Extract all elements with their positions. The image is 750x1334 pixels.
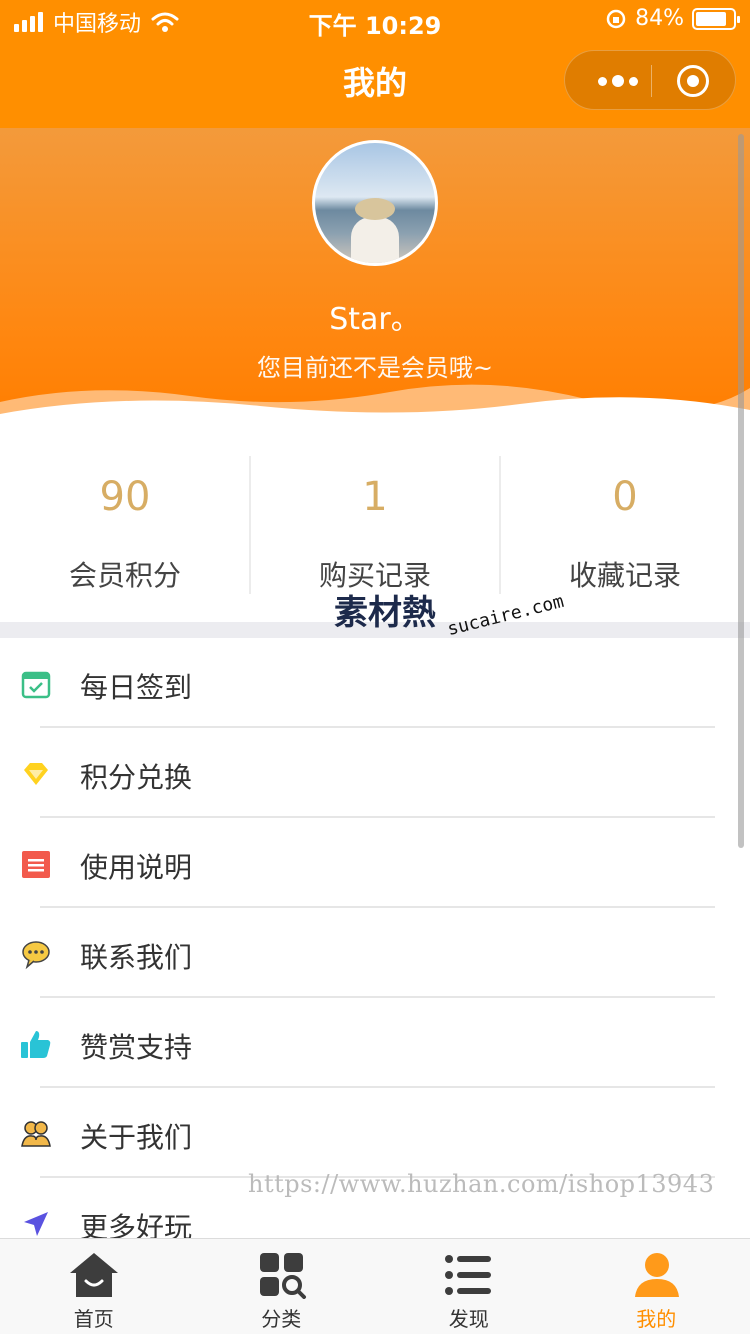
menu-item-support[interactable]: 赞赏支持 (0, 998, 750, 1088)
home-icon (70, 1253, 118, 1297)
profile-header: Star。 您目前还不是会员哦~ (0, 128, 750, 422)
tab-label: 分类 (261, 1307, 302, 1331)
stat-value: 90 (99, 474, 151, 520)
list-icon (445, 1255, 491, 1295)
capsule-divider (651, 65, 652, 97)
orientation-lock-icon (606, 9, 626, 28)
battery-percent: 84% (635, 6, 684, 31)
user-icon (634, 1253, 679, 1297)
stat-label: 会员积分 (68, 559, 181, 592)
header-wave (0, 384, 750, 422)
stat-favorites[interactable]: 0 收藏记录 (500, 456, 750, 594)
battery-icon (692, 7, 740, 30)
category-search-icon (259, 1253, 306, 1299)
send-arrow-icon (24, 1212, 48, 1236)
stat-value: 1 (362, 474, 388, 520)
stat-points[interactable]: 90 会员积分 (0, 456, 250, 594)
status-bar: 中国移动 下午 10:29 84% (0, 0, 750, 40)
tab-home[interactable]: 首页 (0, 1239, 188, 1334)
calendar-check-icon (21, 671, 51, 699)
diamond-icon (24, 763, 48, 785)
watermark-domain: sucaire.com (445, 590, 566, 641)
stat-value: 0 (612, 474, 638, 520)
close-target-icon[interactable] (677, 65, 709, 97)
menu-item-label: 关于我们 (80, 1121, 193, 1154)
menu-item-checkin[interactable]: 每日签到 (0, 638, 750, 728)
menu-item-instructions[interactable]: 使用说明 (0, 818, 750, 908)
menu-item-label: 联系我们 (80, 941, 193, 974)
users-icon (21, 1121, 51, 1147)
miniprogram-capsule (564, 50, 736, 110)
watermark-logo-text: 素材熱 (334, 593, 436, 633)
tab-category[interactable]: 分类 (188, 1239, 376, 1334)
thumbs-up-icon (21, 1031, 51, 1058)
menu-item-label: 每日签到 (80, 671, 193, 704)
stat-purchases[interactable]: 1 购买记录 (250, 456, 500, 594)
watermark-url: https://www.huzhan.com/ishop13943 (248, 1170, 715, 1198)
document-list-icon (22, 851, 50, 878)
watermark-logo: 素材熱 sucaire.com (334, 585, 584, 645)
menu-item-contact[interactable]: 联系我们 (0, 908, 750, 998)
tab-label: 发现 (448, 1307, 489, 1331)
nav-header: 中国移动 下午 10:29 84% 我的 (0, 0, 750, 128)
tab-label: 首页 (73, 1307, 114, 1331)
tab-bar: 首页 分类 发现 我的 (0, 1238, 750, 1334)
menu-item-points-exchange[interactable]: 积分兑换 (0, 728, 750, 818)
user-name: Star。 (329, 302, 421, 337)
menu-item-label: 赞赏支持 (80, 1031, 193, 1064)
more-dots-icon[interactable] (587, 51, 649, 111)
menu-item-label: 使用说明 (80, 851, 193, 884)
scrollbar[interactable] (738, 134, 744, 848)
tab-label: 我的 (636, 1307, 677, 1331)
tab-discover[interactable]: 发现 (375, 1239, 563, 1334)
avatar[interactable] (312, 140, 438, 266)
menu-item-label: 积分兑换 (80, 761, 193, 794)
menu-item-about[interactable]: 关于我们 (0, 1088, 750, 1178)
tab-mine[interactable]: 我的 (563, 1239, 750, 1334)
chat-bubble-icon (22, 941, 50, 970)
